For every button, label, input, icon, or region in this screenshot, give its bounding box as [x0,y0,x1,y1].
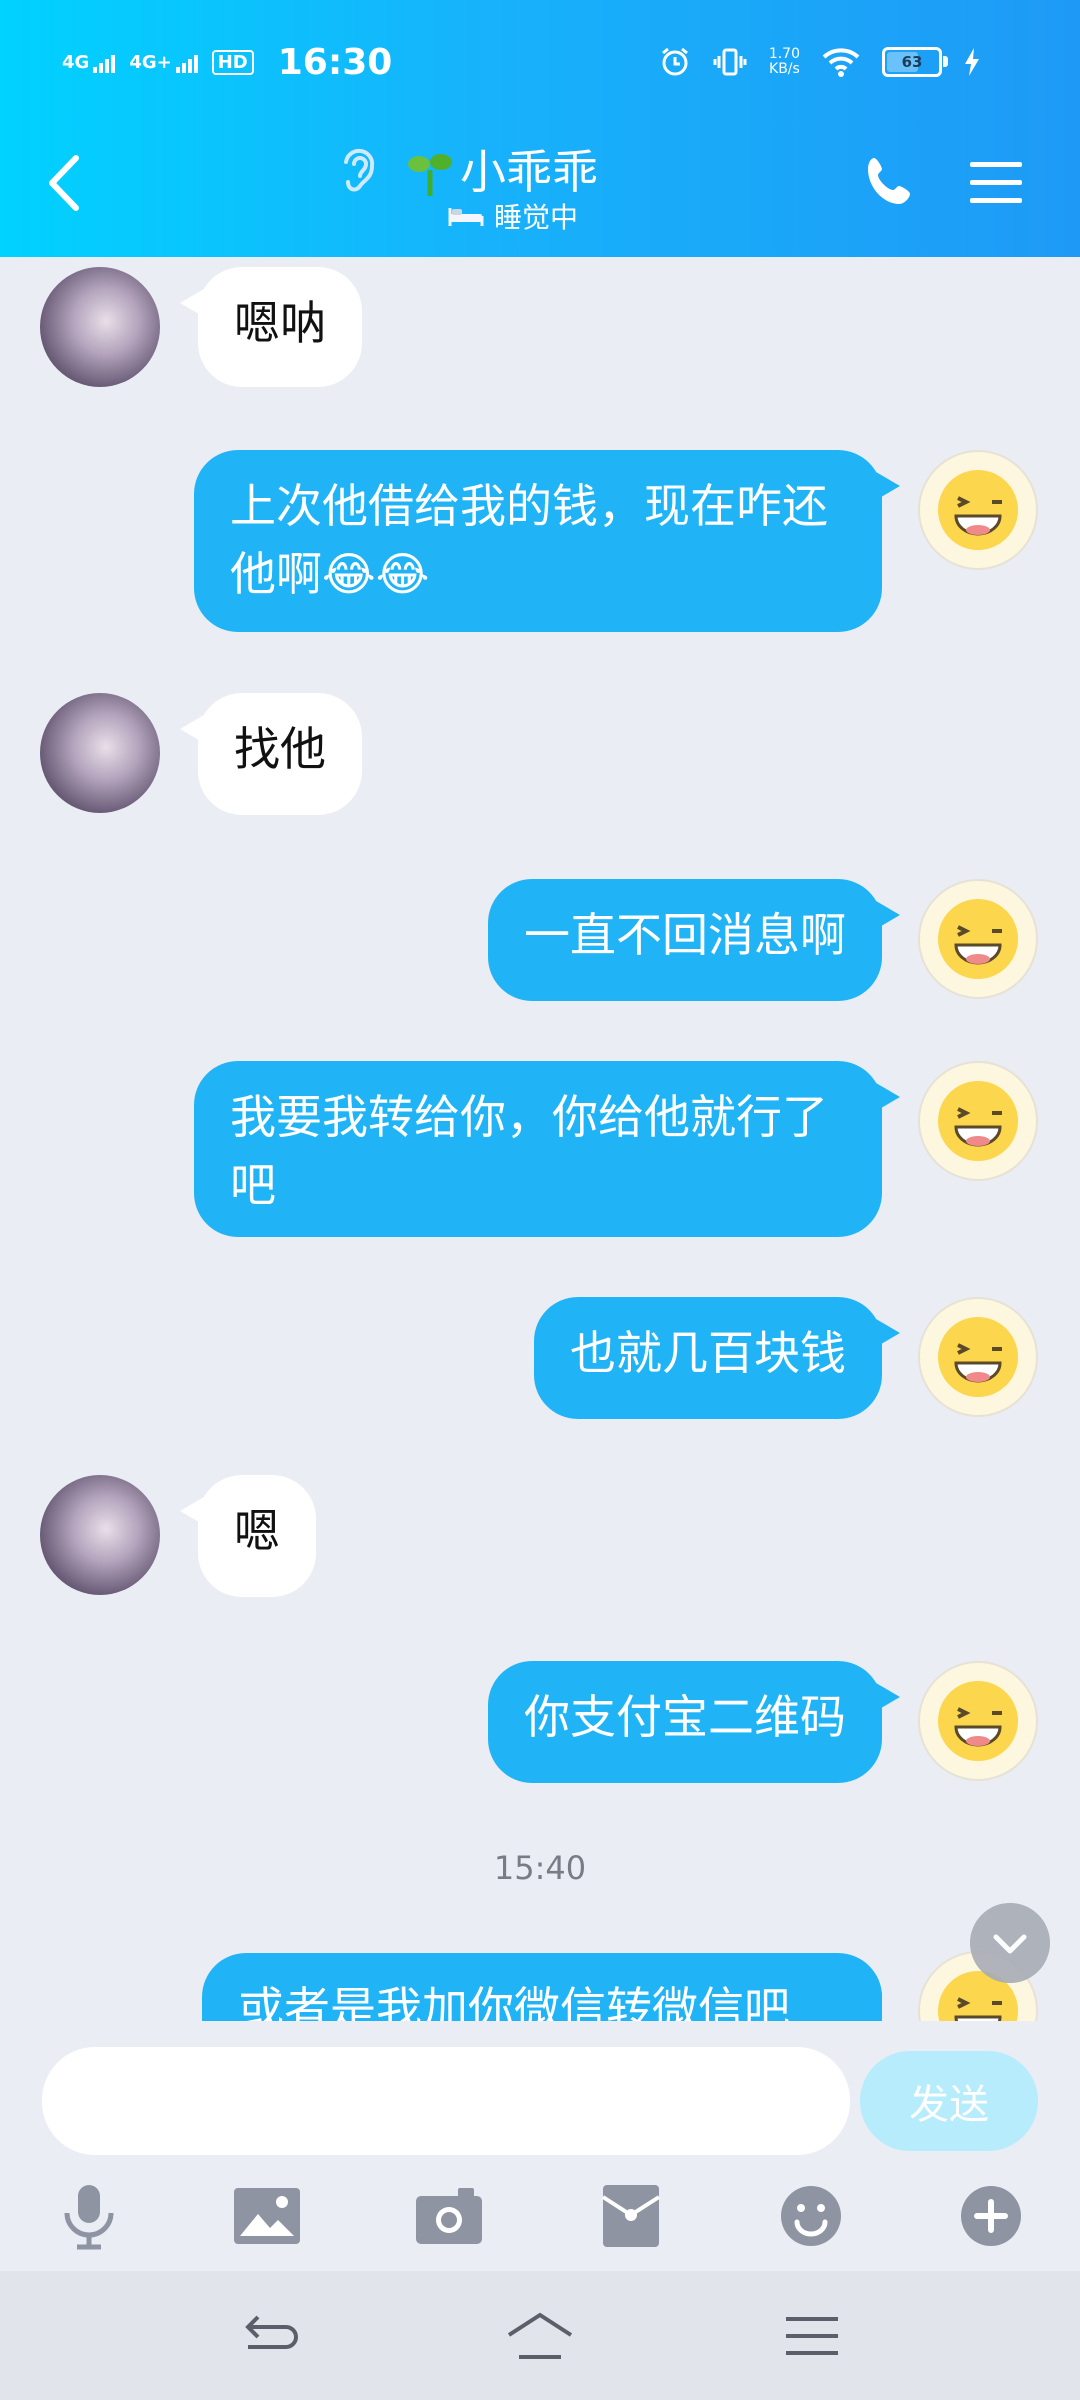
smiley-face-icon [938,1681,1018,1761]
back-button[interactable] [40,148,90,218]
red-packet-icon[interactable] [596,2181,666,2251]
my-avatar[interactable] [918,450,1038,570]
plus-icon[interactable] [956,2181,1026,2251]
message-input[interactable] [42,2047,850,2155]
message-bubble[interactable]: 上次他借给我的钱，现在咋还他啊😂😂 [194,450,900,632]
my-avatar[interactable] [918,1297,1038,1417]
signal-icon-2: 4G+ [129,51,198,73]
message-bubble[interactable]: 我要我转给你，你给他就行了吧 [194,1061,900,1237]
signal-icon-1: 4G [62,51,116,73]
contact-avatar[interactable] [40,267,160,387]
charging-icon [965,48,979,76]
message-bubble[interactable]: 一直不回消息啊 [488,879,900,1001]
network-speed: 1.70 KB/s [769,47,800,77]
contact-avatar[interactable] [40,1475,160,1595]
speed-unit: KB/s [769,61,800,77]
alarm-icon [661,47,688,76]
system-navigation-bar [0,2271,1080,2400]
message-bubble[interactable]: 嗯呐 [180,267,362,387]
network-type-1: 4G [62,51,90,73]
contact-avatar[interactable] [40,693,160,813]
phone-call-button[interactable] [860,152,920,212]
message-bubble[interactable]: 嗯 [180,1475,316,1597]
my-avatar[interactable] [918,1061,1038,1181]
chat-header: 4G 4G+ HD 16:30 1.70 KB/s 63 小乖乖 睡觉中 [0,0,1080,257]
message-bubble[interactable]: 或者是我加你微信转微信吧 [202,1953,882,2021]
battery-icon: 63 [882,47,948,77]
image-icon[interactable] [232,2181,302,2251]
message-timestamp: 15:40 [493,1849,587,1887]
message-bubble[interactable]: 你支付宝二维码 [488,1661,900,1783]
smiley-face-icon [938,899,1018,979]
wifi-icon [822,48,860,77]
my-avatar[interactable] [918,1661,1038,1781]
message-bubble[interactable]: 也就几百块钱 [534,1297,900,1419]
send-button[interactable]: 发送 [860,2051,1038,2151]
scroll-to-bottom-button[interactable] [970,1903,1050,1983]
smiley-face-icon [938,1317,1018,1397]
bed-icon [448,208,484,226]
ear-icon [344,148,375,192]
status-bar-left: 4G 4G+ HD 16:30 [62,38,392,86]
contact-name: 小乖乖 [460,145,598,199]
camera-icon[interactable] [414,2181,484,2251]
menu-nav-icon[interactable] [782,2309,842,2363]
microphone-icon[interactable] [54,2181,124,2251]
message-incoming: 嗯呐 [0,257,1080,397]
vibrate-icon [713,48,747,76]
battery-level: 63 [901,53,923,71]
status-bar-right: 1.70 KB/s 63 [659,38,980,86]
input-area: 发送 [0,2021,1080,2271]
sprout-icon [408,154,452,196]
message-list[interactable]: 嗯呐 上次他借给我的钱，现在咋还他啊😂😂 找他 一直不回消息啊 我要我转给你，你… [0,257,1080,2021]
menu-button[interactable] [968,154,1024,210]
home-nav-icon[interactable] [505,2309,575,2363]
hd-voice-badge: HD [211,49,254,75]
speed-value: 1.70 [768,46,800,62]
emoji-icon[interactable] [776,2181,846,2251]
presence-status: 睡觉中 [448,196,578,236]
message-bubble[interactable]: 找他 [180,693,362,815]
contact-title[interactable]: 小乖乖 睡觉中 [330,132,750,242]
back-nav-icon[interactable] [240,2309,300,2363]
presence-text: 睡觉中 [494,201,579,234]
network-type-2: 4G+ [129,51,172,73]
smiley-face-icon [938,1081,1018,1161]
clock: 16:30 [277,41,393,83]
my-avatar[interactable] [918,879,1038,999]
smiley-face-icon [938,470,1018,550]
